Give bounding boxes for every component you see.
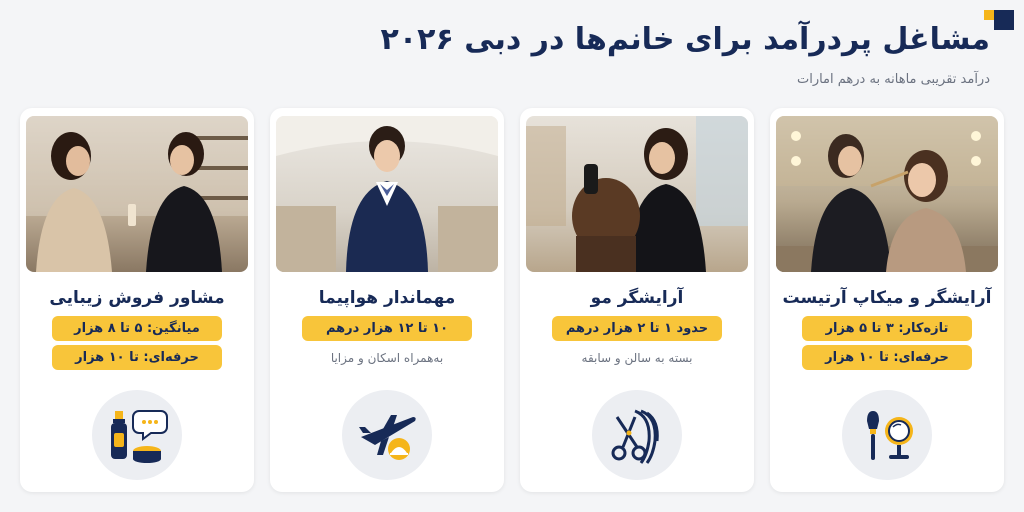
card-title: آرایشگر مو: [590, 288, 684, 308]
salary-pill: حرفه‌ای: تا ۱۰ هزار: [802, 345, 972, 370]
salary-pill: حدود ۱ تا ۲ هزار درهم: [551, 316, 723, 341]
card-title: مهماندار هواپیما: [318, 288, 456, 308]
card-makeup-artist: آرایشگر و میکاپ آرتیست تازه‌کار: ۳ تا ۵ …: [770, 108, 1004, 492]
scissors-hair-icon: [592, 390, 682, 480]
card-hairdresser: آرایشگر مو حدود ۱ تا ۲ هزار درهم بسته به…: [520, 108, 754, 492]
card-note: بسته به سالن و سابقه: [581, 351, 693, 365]
flight-attendant-photo: [276, 116, 498, 272]
card-flight-attendant: مهماندار هواپیما ۱۰ تا ۱۲ هزار درهم به‌ه…: [270, 108, 504, 492]
cosmetics-chat-icon: [92, 390, 182, 480]
card-beauty-sales: مشاور فروش زیبایی میانگین: ۵ تا ۸ هزار ح…: [20, 108, 254, 492]
beauty-sales-photo: [26, 116, 248, 272]
salary-pill: میانگین: ۵ تا ۸ هزار: [52, 316, 222, 341]
salary-pill: ۱۰ تا ۱۲ هزار درهم: [302, 316, 472, 341]
card-title: مشاور فروش زیبایی: [49, 288, 225, 308]
page-subtitle: درآمد تقریبی ماهانه به درهم امارات: [796, 72, 990, 87]
page-title: مشاغل پردرآمد برای خانم‌ها در دبی ۲۰۲۶: [380, 22, 990, 57]
makeup-brush-mirror-icon: [842, 390, 932, 480]
card-note: به‌همراه اسکان و مزایا: [330, 351, 444, 365]
salary-pill: حرفه‌ای: تا ۱۰ هزار: [52, 345, 222, 370]
makeup-artist-photo: [776, 116, 998, 272]
job-cards: آرایشگر و میکاپ آرتیست تازه‌کار: ۳ تا ۵ …: [20, 108, 1004, 492]
hairdresser-photo: [526, 116, 748, 272]
card-title: آرایشگر و میکاپ آرتیست: [782, 288, 992, 308]
salary-pill: تازه‌کار: ۳ تا ۵ هزار: [802, 316, 972, 341]
airplane-cloche-icon: [342, 390, 432, 480]
